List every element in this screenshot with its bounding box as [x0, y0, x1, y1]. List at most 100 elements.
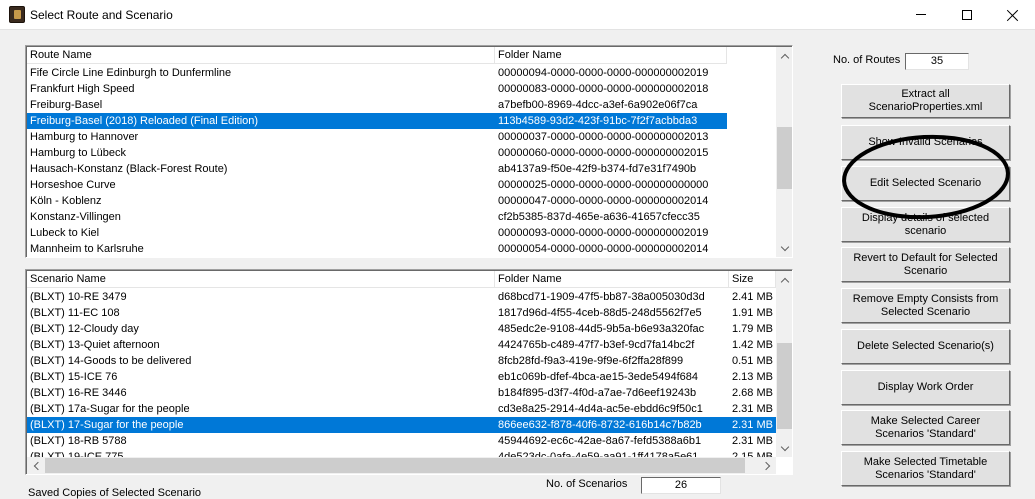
cell-name: Hamburg to Lübeck	[30, 147, 126, 159]
cell-folder: 113b4589-93d2-423f-91bc-7f2f7acbbda3	[495, 113, 727, 129]
make-career-standard-button[interactable]: Make Selected Career Scenarios 'Standard…	[841, 410, 1010, 445]
window-title: Select Route and Scenario	[30, 8, 173, 22]
table-row[interactable]: Hamburg to Hannover 00000037-0000-0000-00…	[27, 129, 727, 145]
scroll-thumb[interactable]	[45, 458, 745, 473]
cell-size: 2.41 MB	[732, 291, 773, 303]
scroll-down-button[interactable]	[776, 240, 792, 257]
column-header-route-name[interactable]: Route Name	[27, 47, 495, 64]
cell-name: (BLXT) 11-EC 108	[30, 307, 120, 319]
cell-folder: b184f895-d3f7-4f0d-a7ae-7d6eef19243b	[498, 387, 697, 399]
delete-selected-scenarios-button[interactable]: Delete Selected Scenario(s)	[841, 329, 1010, 364]
chevron-left-icon	[33, 461, 42, 470]
scenarios-list-hscrollbar[interactable]	[27, 457, 776, 474]
maximize-button[interactable]	[944, 0, 990, 29]
app-locomotive-icon	[9, 6, 25, 23]
table-row[interactable]: (BLXT) 16-RE 3446 b184f895-d3f7-4f0d-a7ae…	[27, 385, 776, 401]
remove-empty-consists-button[interactable]: Remove Empty Consists from Selected Scen…	[841, 288, 1010, 323]
cell-folder: a7befb00-8969-4dcc-a3ef-6a902e06f7ca	[498, 99, 698, 111]
cell-folder: 4424765b-c489-47f7-b3ef-9cd7fa14bc2f	[498, 339, 695, 351]
scroll-thumb[interactable]	[777, 127, 792, 189]
table-row[interactable]: Frankfurt High Speed 00000083-0000-0000-0…	[27, 81, 727, 97]
cell-folder: 45944692-ec6c-42ae-8a67-fefd5388a6b1	[498, 435, 702, 447]
table-row[interactable]: Mannheim to Karlsruhe 00000054-0000-0000-…	[27, 241, 727, 257]
cell-name: Horseshoe Curve	[30, 179, 116, 191]
cell-size: 2.31 MB	[729, 417, 776, 433]
table-row[interactable]: (BLXT) 13-Quiet afternoon 4424765b-c489-4…	[27, 337, 776, 353]
scroll-down-button[interactable]	[776, 440, 792, 457]
scroll-right-button[interactable]	[759, 457, 776, 474]
table-row[interactable]: Köln - Koblenz 00000047-0000-0000-0000-00…	[27, 193, 727, 209]
cell-name: (BLXT) 14-Goods to be delivered	[30, 355, 192, 367]
scenarios-count-label: No. of Scenarios	[546, 478, 628, 490]
cell-name: Fife Circle Line Edinburgh to Dunfermlin…	[30, 67, 232, 79]
scenarios-list-scrollbar[interactable]	[776, 271, 792, 457]
extract-scenario-properties-button[interactable]: Extract all ScenarioProperties.xml	[841, 84, 1010, 118]
routes-count-field: 35	[905, 53, 969, 70]
close-icon	[1007, 9, 1019, 21]
cell-name: (BLXT) 17a-Sugar for the people	[30, 403, 190, 415]
cell-name: Freiburg-Basel	[30, 99, 103, 111]
scroll-up-button[interactable]	[776, 271, 792, 288]
minimize-button[interactable]	[898, 0, 944, 29]
chevron-down-icon	[780, 242, 789, 251]
cell-size: 2.68 MB	[732, 387, 773, 399]
make-timetable-standard-button[interactable]: Make Selected Timetable Scenarios 'Stand…	[841, 451, 1010, 486]
table-row[interactable]: Hausach-Konstanz (Black-Forest Route) ab4…	[27, 161, 727, 177]
scroll-up-button[interactable]	[776, 47, 792, 64]
display-work-order-button[interactable]: Display Work Order	[841, 370, 1010, 405]
table-row[interactable]: (BLXT) 17a-Sugar for the people cd3e8a25-…	[27, 401, 776, 417]
table-row[interactable]: Horseshoe Curve 00000025-0000-0000-0000-0…	[27, 177, 727, 193]
cell-folder: 00000060-0000-0000-0000-000000002015	[498, 147, 709, 159]
column-header-folder-name[interactable]: Folder Name	[495, 47, 727, 64]
selected-table-row[interactable]: (BLXT) 17-Sugar for the people 866ee632-f…	[27, 417, 776, 433]
table-row[interactable]: Hamburg to Lübeck 00000060-0000-0000-0000…	[27, 145, 727, 161]
cell-folder: 00000054-0000-0000-0000-000000002014	[498, 243, 709, 255]
cell-folder: 866ee632-f878-40f6-8732-616b14c7b82b	[495, 417, 729, 433]
table-row[interactable]: Fife Circle Line Edinburgh to Dunfermlin…	[27, 65, 727, 81]
cell-size: 1.91 MB	[732, 307, 773, 319]
chevron-up-icon	[780, 277, 789, 286]
table-row[interactable]: (BLXT) 18-RB 5788 45944692-ec6c-42ae-8a67…	[27, 433, 776, 449]
table-row[interactable]: Lubeck to Kiel 00000093-0000-0000-0000-00…	[27, 225, 727, 241]
routes-list-body: Fife Circle Line Edinburgh to Dunfermlin…	[27, 65, 727, 257]
cell-name: Lubeck to Kiel	[30, 227, 100, 239]
table-row[interactable]: (BLXT) 15-ICE 76 eb1c069b-dfef-4bca-ae15-…	[27, 369, 776, 385]
cell-folder: 00000025-0000-0000-0000-000000000000	[498, 179, 709, 191]
edit-selected-scenario-button[interactable]: Edit Selected Scenario	[841, 166, 1010, 201]
scenarios-list[interactable]: Scenario Name Folder Name Size (BLXT) 10…	[25, 269, 793, 475]
table-row[interactable]: (BLXT) 11-EC 108 1817d96d-4f55-4ceb-88d5-…	[27, 305, 776, 321]
cell-name: (BLXT) 10-RE 3479	[30, 291, 127, 303]
routes-list[interactable]: Route Name Folder Name Fife Circle Line …	[25, 45, 793, 258]
show-invalid-scenarios-button[interactable]: Show Invalid Scenarios	[841, 125, 1010, 160]
cell-size: 2.13 MB	[732, 371, 773, 383]
scroll-thumb[interactable]	[777, 343, 792, 429]
table-row[interactable]: Konstanz-Villingen cf2b5385-837d-465e-a63…	[27, 209, 727, 225]
column-header-scenario-name[interactable]: Scenario Name	[27, 271, 495, 288]
scenarios-list-body: (BLXT) 10-RE 3479 d68bcd71-1909-47f5-bb87…	[27, 289, 776, 465]
scroll-left-button[interactable]	[27, 457, 44, 474]
table-row[interactable]: (BLXT) 10-RE 3479 d68bcd71-1909-47f5-bb87…	[27, 289, 776, 305]
cell-name: (BLXT) 18-RB 5788	[30, 435, 127, 447]
routes-list-header: Route Name Folder Name	[27, 47, 727, 64]
revert-to-default-button[interactable]: Revert to Default for Selected Scenario	[841, 247, 1010, 282]
routes-list-scrollbar[interactable]	[776, 47, 792, 257]
close-button[interactable]	[990, 0, 1035, 29]
display-details-button[interactable]: Display details of selected scenario	[841, 207, 1010, 242]
selected-table-row[interactable]: Freiburg-Basel (2018) Reloaded (Final Ed…	[27, 113, 727, 129]
cell-name: Hausach-Konstanz (Black-Forest Route)	[30, 163, 228, 175]
cell-folder: cd3e8a25-2914-4d4a-ac5e-ebdd6c9f50c1	[498, 403, 703, 415]
cell-size: 2.31 MB	[732, 403, 773, 415]
table-row[interactable]: (BLXT) 12-Cloudy day 485edc2e-9108-44d5-9…	[27, 321, 776, 337]
table-row[interactable]: Freiburg-Basel a7befb00-8969-4dcc-a3ef-6a…	[27, 97, 727, 113]
cell-folder: ab4137a9-f50e-42f9-b374-fd7e31f7490b	[498, 163, 697, 175]
cell-name: Konstanz-Villingen	[30, 211, 121, 223]
title-bar[interactable]: Select Route and Scenario	[0, 0, 1035, 30]
cell-folder: 8fcb28fd-f9a3-419e-9f9e-6f2ffa28f899	[498, 355, 684, 367]
cell-folder: 00000037-0000-0000-0000-000000002013	[498, 131, 709, 143]
column-header-folder-name[interactable]: Folder Name	[495, 271, 729, 288]
table-row[interactable]: (BLXT) 14-Goods to be delivered 8fcb28fd-…	[27, 353, 776, 369]
cell-folder: d68bcd71-1909-47f5-bb87-38a005030d3d	[498, 291, 705, 303]
cell-folder: eb1c069b-dfef-4bca-ae15-3ede5494f684	[498, 371, 698, 383]
column-header-size[interactable]: Size	[729, 271, 776, 288]
cell-folder: 00000047-0000-0000-0000-000000002014	[498, 195, 709, 207]
